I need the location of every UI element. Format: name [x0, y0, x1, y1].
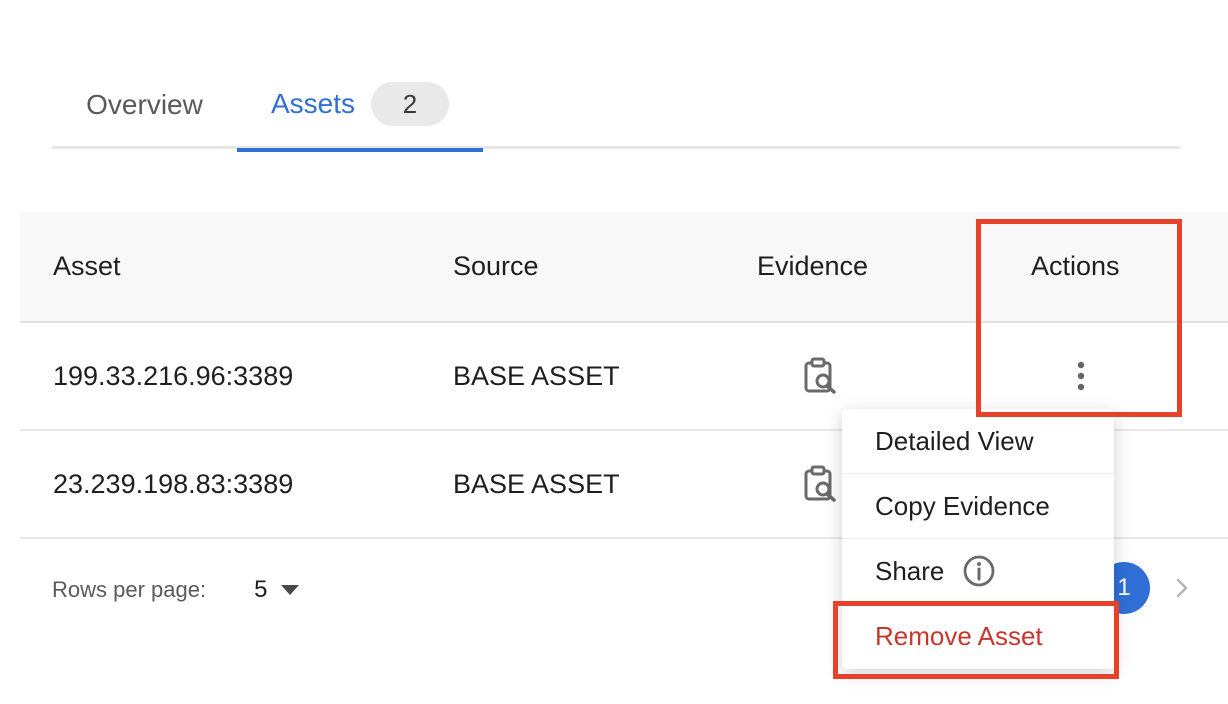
- table-footer: Rows per page: 5: [52, 560, 300, 620]
- menu-item-copy-evidence[interactable]: Copy Evidence: [842, 474, 1114, 539]
- info-icon[interactable]: [962, 554, 996, 588]
- asset-cell: 23.239.198.83:3389: [53, 468, 294, 499]
- tab-assets[interactable]: Assets 2: [237, 60, 483, 152]
- clipboard-search-icon[interactable]: [800, 323, 840, 429]
- tab-bar: Overview Assets 2: [52, 60, 1180, 152]
- rows-per-page-label: Rows per page:: [52, 577, 207, 602]
- assets-count-badge: 2: [371, 82, 450, 126]
- header-evidence: Evidence: [757, 251, 869, 281]
- menu-item-label: Share: [875, 555, 945, 586]
- menu-item-share[interactable]: Share: [842, 539, 1114, 604]
- asset-cell: 199.33.216.96:3389: [53, 360, 294, 391]
- source-cell: BASE ASSET: [453, 468, 620, 499]
- caret-down-icon: [281, 585, 300, 595]
- menu-item-label: Detailed View: [875, 425, 1034, 456]
- header-asset: Asset: [53, 251, 121, 281]
- tab-assets-label: Assets: [270, 88, 356, 119]
- menu-item-detailed-view[interactable]: Detailed View: [842, 409, 1114, 474]
- header-source: Source: [453, 251, 539, 281]
- table-header: Asset Source Evidence Actions: [20, 212, 1228, 323]
- rows-per-page-select[interactable]: 5: [254, 576, 300, 604]
- clipboard-search-icon[interactable]: [800, 431, 840, 537]
- menu-item-label: Remove Asset: [875, 621, 1043, 651]
- menu-item-label: Copy Evidence: [875, 490, 1050, 521]
- header-actions: Actions: [1031, 251, 1120, 281]
- tab-overview-label: Overview: [86, 88, 203, 120]
- actions-menu: Detailed View Copy Evidence Share Remove…: [842, 409, 1114, 669]
- source-cell: BASE ASSET: [453, 360, 620, 391]
- tab-overview[interactable]: Overview: [52, 60, 237, 149]
- rows-per-page-value: 5: [254, 576, 268, 603]
- menu-item-remove-asset[interactable]: Remove Asset: [842, 604, 1114, 669]
- chevron-right-icon[interactable]: [1168, 574, 1196, 602]
